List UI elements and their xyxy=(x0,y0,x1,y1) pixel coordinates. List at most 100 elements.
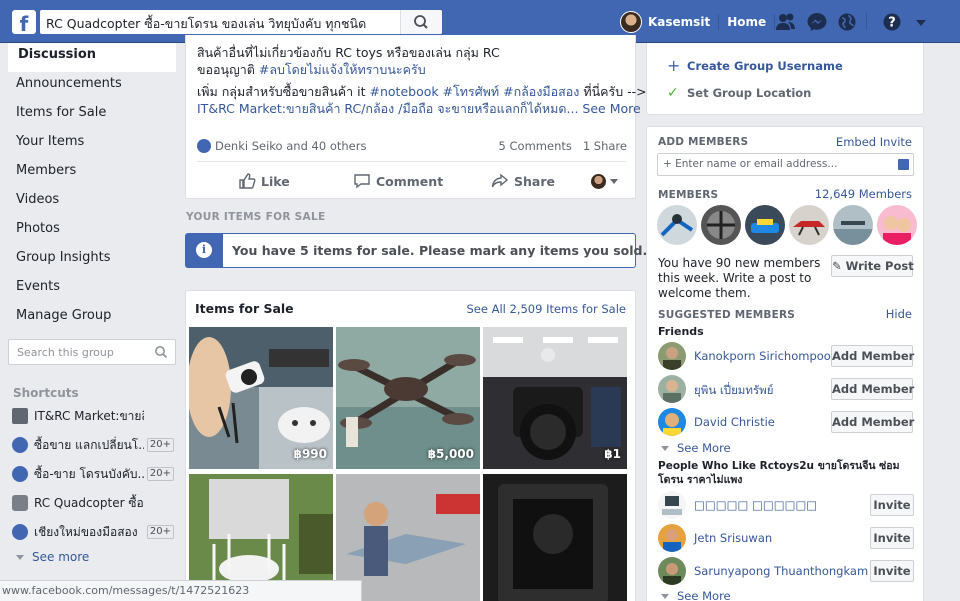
group-search-input[interactable]: Search this group xyxy=(8,339,176,365)
avatar xyxy=(591,173,606,189)
hide-suggestions-link[interactable]: Hide xyxy=(886,307,912,321)
avatar[interactable] xyxy=(658,375,686,403)
member-avatar[interactable] xyxy=(789,205,829,245)
see-more-likers-link[interactable]: See More xyxy=(661,589,731,601)
member-avatar[interactable] xyxy=(745,205,785,245)
nav-item-members[interactable]: Members xyxy=(8,159,176,188)
shortcut-label: ซื้อขาย แลกเปลี่ยนโ... xyxy=(34,437,144,452)
like-label: Like xyxy=(261,173,290,189)
add-member-button[interactable]: Add Member xyxy=(831,345,914,367)
address-book-icon[interactable] xyxy=(898,159,909,170)
write-post-label: Write Post xyxy=(845,259,914,273)
embed-invite-link[interactable]: Embed Invite xyxy=(836,135,912,149)
new-members-message: You have 90 new members this week. Write… xyxy=(658,256,821,300)
hashtag-link[interactable]: #notebook #โทรศัพท์ #กล้องมือสอง xyxy=(370,84,580,99)
reactions-summary[interactable]: Denki Seiko and 40 others xyxy=(215,139,366,153)
facebook-logo-icon[interactable]: f xyxy=(12,10,36,34)
share-icon xyxy=(491,173,509,188)
see-more-link[interactable]: See More xyxy=(582,101,640,116)
item-price: ฿5,000 xyxy=(427,447,474,461)
nav-item-manage-group[interactable]: Manage Group xyxy=(8,304,176,333)
sale-item-tile[interactable]: ฿1 xyxy=(483,327,627,469)
avatar[interactable] xyxy=(620,11,642,33)
search-icon xyxy=(155,346,168,359)
post-text-fragment: ขออนุญาติ xyxy=(197,62,259,77)
avatar[interactable] xyxy=(658,342,686,370)
group-icon xyxy=(12,466,28,482)
create-group-username-link[interactable]: + Create Group Username xyxy=(667,56,843,75)
global-search-input[interactable]: RC Quadcopter ซื้อ-ขายโดรน ของเล่น วิทยุ… xyxy=(40,10,442,34)
set-group-location-link[interactable]: ✓ Set Group Location xyxy=(667,85,811,101)
person-name-link[interactable]: ยุพิน เปี่ยมทรัพย์ xyxy=(694,382,773,400)
person-name-link[interactable]: Jetn Srisuwan xyxy=(694,531,772,545)
help-icon[interactable]: ? xyxy=(881,12,903,32)
shortcut-item[interactable]: ซื้อ-ขาย โดรนบังคับ... 20+ xyxy=(12,464,174,484)
shortcut-item[interactable]: ซื้อขาย แลกเปลี่ยนโ... 20+ xyxy=(12,435,174,455)
shortcut-item[interactable]: IT&RC Market:ขายสินค้า... xyxy=(12,406,174,426)
post-text-line: IT&RC Market:ขายสินค้า RC/กล้อง /มือถือ … xyxy=(197,100,641,117)
shares-count-link[interactable]: 1 Share xyxy=(583,139,627,153)
notice-icon-box: i xyxy=(186,234,223,267)
sale-item-tile[interactable]: ฿990 xyxy=(189,327,333,469)
messenger-icon[interactable] xyxy=(806,12,828,32)
nav-item-items-for-sale[interactable]: Items for Sale xyxy=(8,101,176,130)
divider xyxy=(197,161,626,162)
person-name-link[interactable]: □□□□□ □□□□□□ xyxy=(694,498,817,512)
nav-item-announcements[interactable]: Announcements xyxy=(8,72,176,101)
items-notice-banner[interactable]: i You have 5 items for sale. Please mark… xyxy=(185,233,647,268)
avatar[interactable] xyxy=(658,557,686,585)
add-member-input[interactable]: + Enter name or email address... xyxy=(657,153,914,176)
post-as-selector[interactable] xyxy=(591,172,626,190)
nav-item-photos[interactable]: Photos xyxy=(8,217,176,246)
see-more-friends-link[interactable]: See More xyxy=(661,441,731,455)
member-avatar[interactable] xyxy=(701,205,741,245)
group-link[interactable]: IT&RC Market:ขายสินค้า RC/กล้อง /มือถือ … xyxy=(197,101,578,116)
shortcut-item[interactable]: RC Quadcopter ซื้อ-ขาย... xyxy=(12,493,174,513)
search-button[interactable] xyxy=(400,10,442,34)
add-member-button[interactable]: Add Member xyxy=(831,378,914,400)
group-search-placeholder: Search this group xyxy=(17,346,114,359)
shortcuts-see-more-link[interactable]: See more xyxy=(16,550,89,564)
avatar[interactable] xyxy=(658,408,686,436)
see-all-items-link[interactable]: See All 2,509 Items for Sale xyxy=(466,302,626,316)
friend-requests-icon[interactable] xyxy=(775,12,797,32)
nav-item-videos[interactable]: Videos xyxy=(8,188,176,217)
post-stats: 5 Comments 1 Share xyxy=(499,139,627,153)
member-avatar[interactable] xyxy=(657,205,697,245)
person-name-link[interactable]: David Christie xyxy=(694,415,775,429)
avatar[interactable] xyxy=(658,491,686,519)
add-members-heading: ADD MEMBERS xyxy=(658,136,749,148)
add-member-button[interactable]: Add Member xyxy=(831,411,914,433)
nav-item-events[interactable]: Events xyxy=(8,275,176,304)
nav-item-group-insights[interactable]: Group Insights xyxy=(8,246,176,275)
share-button[interactable]: Share xyxy=(491,172,555,190)
member-avatar[interactable] xyxy=(833,205,873,245)
invite-button[interactable]: Invite xyxy=(870,560,914,582)
account-menu-chevron-down-icon[interactable] xyxy=(910,12,932,32)
nav-item-your-items[interactable]: Your Items xyxy=(8,130,176,159)
shortcut-item[interactable]: เชียงใหม่ของมือสอง 20+ xyxy=(12,522,174,542)
comments-count-link[interactable]: 5 Comments xyxy=(499,139,572,153)
post-text-line: เพิ่ม กลุ่มสำหรับซื้อขายสินค้า it #noteb… xyxy=(197,83,647,100)
person-name-link[interactable]: Kanokporn Sirichompoo xyxy=(694,349,831,363)
member-avatar[interactable] xyxy=(877,205,917,245)
sale-item-tile[interactable]: ฿5,000 xyxy=(336,327,480,469)
notifications-globe-icon[interactable] xyxy=(836,12,858,32)
invite-button[interactable]: Invite xyxy=(870,527,914,549)
chevron-down-icon xyxy=(661,594,669,599)
write-post-button[interactable]: ✎ Write Post xyxy=(831,255,914,277)
hashtag-link[interactable]: #ลบโดยไม่แจ้งให้ทราบนะครับ xyxy=(259,62,426,77)
like-button[interactable]: Like xyxy=(238,172,290,190)
person-name-link[interactable]: Sarunyapong Thuanthongkam xyxy=(694,564,868,578)
nav-item-discussion[interactable]: Discussion xyxy=(8,43,176,72)
plus-icon: + xyxy=(667,56,681,75)
avatar[interactable] xyxy=(658,524,686,552)
profile-name-link[interactable]: Kasemsit xyxy=(648,15,710,29)
comment-button[interactable]: Comment xyxy=(353,172,443,190)
info-icon: i xyxy=(196,242,212,258)
sale-item-tile[interactable] xyxy=(483,474,627,601)
members-count-link[interactable]: 12,649 Members xyxy=(815,187,912,201)
pencil-icon: ✎ xyxy=(832,259,842,273)
home-link[interactable]: Home xyxy=(727,15,766,29)
invite-button[interactable]: Invite xyxy=(870,494,914,516)
